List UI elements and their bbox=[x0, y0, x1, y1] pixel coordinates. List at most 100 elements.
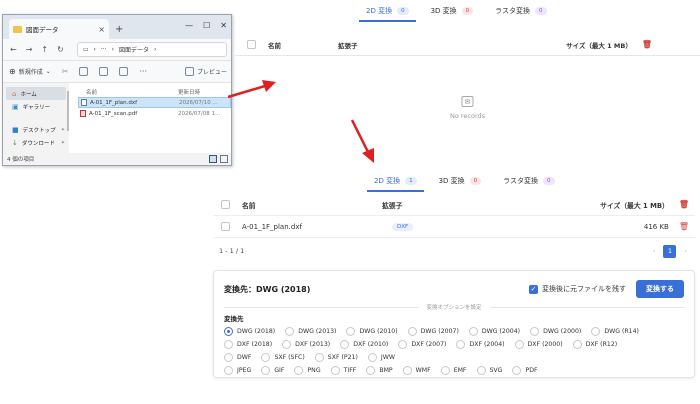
maximize-icon[interactable]: ☐ bbox=[203, 21, 210, 30]
format-option[interactable]: DWG (2004) bbox=[468, 327, 520, 336]
new-button[interactable]: ⊕ 新規作成 ⌄ bbox=[9, 67, 51, 76]
format-option[interactable]: EMF bbox=[440, 366, 467, 375]
format-option[interactable]: PDF bbox=[512, 366, 538, 375]
radio-icon[interactable] bbox=[514, 340, 524, 349]
format-option[interactable]: DWF bbox=[224, 353, 251, 362]
radio-icon[interactable] bbox=[440, 366, 450, 375]
radio-icon[interactable] bbox=[294, 366, 304, 375]
preview-button[interactable]: プレビュー bbox=[184, 67, 227, 76]
format-option[interactable]: JWW bbox=[367, 353, 395, 362]
delete-all-icon[interactable]: 🗑 bbox=[642, 40, 652, 49]
tab-2d[interactable]: 2D 変換 0 bbox=[355, 0, 420, 22]
select-all-checkbox[interactable] bbox=[247, 40, 256, 49]
prev-page-icon[interactable]: ‹ bbox=[653, 247, 656, 255]
next-page-icon[interactable]: › bbox=[684, 247, 687, 255]
forward-icon[interactable]: → bbox=[26, 45, 33, 54]
tab-raster[interactable]: ラスタ変換 0 bbox=[484, 0, 557, 22]
radio-icon[interactable] bbox=[224, 340, 233, 349]
tab-raster[interactable]: ラスタ変換 0 bbox=[492, 170, 565, 192]
file-row-dxf[interactable]: A-01_1F_plan.dxf 2026/07/10 ... bbox=[78, 97, 231, 108]
format-option[interactable]: DWG (2013) bbox=[285, 327, 336, 336]
format-option[interactable]: TIFF bbox=[330, 366, 356, 375]
format-option[interactable]: WMF bbox=[402, 366, 431, 375]
radio-icon[interactable] bbox=[282, 340, 292, 349]
radio-icon[interactable] bbox=[591, 327, 601, 336]
row-checkbox[interactable] bbox=[221, 222, 230, 231]
sidebar-item-home[interactable]: ⌂ ホーム bbox=[6, 87, 66, 100]
minimize-icon[interactable]: — bbox=[185, 21, 193, 30]
page-number-current[interactable]: 1 bbox=[663, 244, 677, 258]
radio-icon[interactable] bbox=[530, 327, 540, 336]
format-option[interactable]: DWG (2007) bbox=[407, 327, 459, 336]
radio-icon[interactable] bbox=[224, 366, 233, 375]
sidebar-item-downloads[interactable]: ↓ ダウンロード ✦ bbox=[3, 136, 69, 149]
radio-icon[interactable] bbox=[468, 327, 478, 336]
sidebar-item-desktop[interactable]: ■ デスクトップ ✦ bbox=[3, 123, 69, 136]
radio-icon[interactable] bbox=[402, 366, 412, 375]
close-tab-icon[interactable]: × bbox=[98, 25, 105, 34]
column-name[interactable]: 名前 bbox=[78, 88, 178, 96]
explorer-tab[interactable]: 図面データ × bbox=[9, 19, 109, 39]
radio-icon[interactable] bbox=[261, 366, 271, 375]
format-option[interactable]: DXF (2007) bbox=[398, 340, 446, 349]
radio-icon[interactable] bbox=[314, 353, 324, 362]
address-bar[interactable]: ▭ › ··· › 図面データ › bbox=[76, 42, 227, 57]
up-icon[interactable]: ↑ bbox=[41, 45, 48, 54]
tiles-view-icon[interactable] bbox=[220, 155, 228, 163]
format-option[interactable]: DXF (2004) bbox=[456, 340, 505, 349]
format-option[interactable]: SXF (SFC) bbox=[261, 353, 305, 362]
refresh-icon[interactable]: ↻ bbox=[57, 45, 64, 54]
keep-original-toggle[interactable]: ✓ 変換後に元ファイルを残す bbox=[529, 284, 626, 294]
radio-icon[interactable] bbox=[330, 366, 340, 375]
delete-all-icon[interactable]: 🗑 bbox=[679, 200, 689, 209]
convert-button[interactable]: 変換する bbox=[636, 280, 684, 298]
format-option[interactable]: PNG bbox=[294, 366, 321, 375]
radio-icon[interactable] bbox=[572, 340, 582, 349]
radio-icon[interactable] bbox=[366, 366, 376, 375]
file-row-pdf[interactable]: A-01_1F_scan.pdf 2026/07/08 1... bbox=[78, 108, 231, 119]
format-option[interactable]: GIF bbox=[261, 366, 284, 375]
radio-icon[interactable] bbox=[285, 327, 295, 336]
radio-icon[interactable] bbox=[476, 366, 486, 375]
radio-icon[interactable] bbox=[398, 340, 408, 349]
tab-3d[interactable]: 3D 変換 0 bbox=[420, 0, 485, 22]
rename-icon[interactable] bbox=[119, 67, 129, 76]
sidebar-item-gallery[interactable]: ▣ ギャラリー bbox=[3, 100, 69, 113]
radio-icon[interactable] bbox=[367, 353, 377, 362]
format-option[interactable]: SXF (P21) bbox=[314, 353, 358, 362]
format-option[interactable]: DWG (R14) bbox=[591, 327, 639, 336]
tab-3d[interactable]: 3D 変換 0 bbox=[428, 170, 493, 192]
keep-original-checkbox[interactable]: ✓ bbox=[529, 284, 538, 294]
format-option[interactable]: DXF (2000) bbox=[514, 340, 563, 349]
details-view-icon[interactable] bbox=[209, 155, 217, 163]
select-all-checkbox[interactable] bbox=[221, 200, 230, 209]
radio-icon[interactable] bbox=[456, 340, 466, 349]
paste-icon[interactable] bbox=[99, 67, 109, 76]
table-row[interactable]: A-01_1F_plan.dxf DXF 416 KB 🗑 bbox=[213, 216, 695, 238]
back-icon[interactable]: ← bbox=[10, 45, 17, 54]
format-option[interactable]: DXF (2010) bbox=[340, 340, 388, 349]
format-option[interactable]: DWG (2000) bbox=[530, 327, 581, 336]
radio-icon[interactable] bbox=[407, 327, 417, 336]
new-tab-icon[interactable]: + bbox=[115, 24, 123, 35]
delete-row-icon[interactable]: 🗑 bbox=[679, 222, 689, 231]
format-option[interactable]: JPEG bbox=[224, 366, 251, 375]
format-option[interactable]: DXF (R12) bbox=[572, 340, 617, 349]
format-option[interactable]: DWG (2010) bbox=[346, 327, 398, 336]
radio-icon[interactable] bbox=[261, 353, 271, 362]
format-option[interactable]: BMP bbox=[366, 366, 393, 375]
format-option[interactable]: DXF (2013) bbox=[282, 340, 330, 349]
copy-icon[interactable] bbox=[79, 67, 89, 76]
radio-icon[interactable] bbox=[224, 353, 233, 362]
more-icon[interactable]: ··· bbox=[139, 67, 147, 76]
format-option[interactable]: DXF (2018) bbox=[224, 340, 272, 349]
cut-icon[interactable]: ✂ bbox=[62, 67, 69, 76]
close-window-icon[interactable]: ✕ bbox=[220, 21, 227, 30]
radio-icon[interactable] bbox=[224, 327, 233, 336]
radio-icon[interactable] bbox=[346, 327, 356, 336]
format-option[interactable]: SVG bbox=[476, 366, 502, 375]
column-modified[interactable]: 更新日時 bbox=[178, 88, 200, 96]
radio-icon[interactable] bbox=[512, 366, 522, 375]
tab-2d[interactable]: 2D 変換 1 bbox=[363, 170, 428, 192]
format-option[interactable]: DWG (2018) bbox=[224, 327, 275, 336]
